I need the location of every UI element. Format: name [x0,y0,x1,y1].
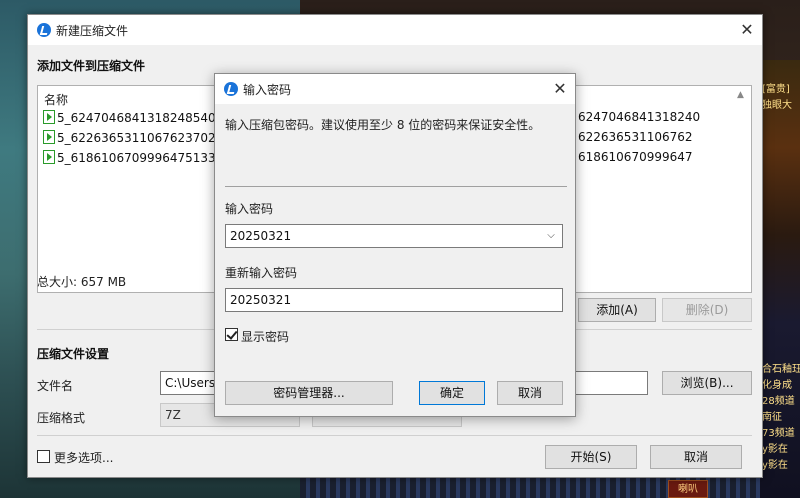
dialog-title: 输入密码 [243,83,292,97]
dialog-title-bar: 输入密码 ✕ [215,74,575,104]
close-icon[interactable]: ✕ [549,78,571,100]
password-label: 输入密码 [225,202,274,216]
game-chat-text: 73频道 [762,428,795,439]
title-bar: 新建压缩文件 ✕ [28,15,762,45]
app-logo-icon [37,23,51,37]
dialog-cancel-button[interactable]: 取消 [497,381,563,405]
dialog-message: 输入压缩包密码。建议使用至少 8 位的密码来保证安全性。 [225,118,541,132]
close-icon[interactable]: ✕ [736,19,758,41]
ok-button[interactable]: 确定 [419,381,485,405]
start-button[interactable]: 开始(S) [545,445,637,469]
password-manager-button[interactable]: 密码管理器... [225,381,393,405]
total-size: 总大小: 657 MB [37,275,127,289]
confirm-password-input[interactable]: 20250321 [225,288,563,312]
filename-label: 文件名 [37,379,74,393]
video-file-icon [43,130,55,144]
list-item[interactable]: 5_6186106709996475133.MP [43,150,237,168]
scroll-up-icon[interactable]: ▲ [737,90,747,100]
game-chat-text: [富贵] [762,84,790,95]
game-chat-text: y影在 [762,444,788,455]
settings-heading: 压缩文件设置 [37,347,110,361]
column-header-name[interactable]: 名称 [44,91,68,108]
game-chat-text: y影在 [762,460,788,471]
game-chat-text: 南征 [762,412,782,423]
browse-button[interactable]: 浏览(B)... [662,371,752,395]
list-item[interactable]: 5_6226365311067623702.MP [43,130,237,148]
delete-button[interactable]: 删除(D) [662,298,752,322]
video-file-icon [43,110,55,124]
password-input[interactable]: 20250321 ⌵ [225,224,563,248]
dialog-divider [225,186,567,187]
game-chat-text: 化身成 [762,380,792,391]
file-path-text: 622636531106762 [578,130,693,144]
cancel-button[interactable]: 取消 [650,445,742,469]
game-chat-text: 合石釉珏 [762,364,800,375]
add-files-heading: 添加文件到压缩文件 [37,59,146,73]
app-logo-icon [224,82,238,96]
show-password-label[interactable]: 显示密码 [241,328,289,345]
add-button[interactable]: 添加(A) [578,298,656,322]
game-chat-text: 28频道 [762,396,795,407]
format-label: 压缩格式 [37,411,86,425]
game-chat-text: 独眼大 [762,100,792,111]
horn-button[interactable]: 喇叭 [668,480,708,498]
chevron-down-icon[interactable]: ⌵ [544,229,558,243]
password-dialog: 输入密码 ✕ 输入压缩包密码。建议使用至少 8 位的密码来保证安全性。 输入密码… [214,73,576,417]
video-file-icon [43,150,55,164]
window-title: 新建压缩文件 [56,24,129,38]
file-path-text: 618610670999647 [578,150,693,164]
more-options-checkbox[interactable] [37,450,50,463]
file-path-text: 6247046841318240 [578,110,701,124]
confirm-password-label: 重新输入密码 [225,266,298,280]
divider [37,435,752,436]
show-password-checkbox[interactable] [225,328,238,341]
more-options-label[interactable]: 更多选项... [54,449,113,466]
list-item[interactable]: 5_6247046841318248540.MP [43,110,237,128]
